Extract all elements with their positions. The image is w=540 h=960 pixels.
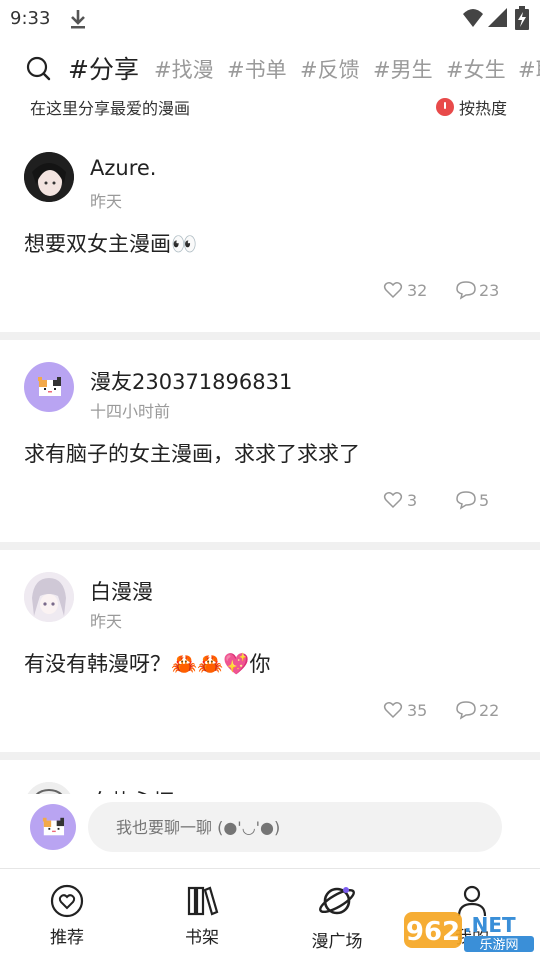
nav-bookshelf[interactable]: 书架 (152, 869, 252, 960)
watermark-brand: 962 (406, 917, 460, 947)
heart-icon (383, 282, 403, 299)
signal-icon (488, 8, 507, 27)
topic-tab[interactable]: #男生 (373, 54, 433, 84)
avatar[interactable] (24, 572, 74, 622)
comment-icon (456, 491, 476, 510)
watermark-sub: 乐游网 (479, 938, 518, 953)
post-card[interactable]: 漫友230371896831 十四小时前 求有脑子的女主漫画，求求了求求了 3 … (0, 340, 540, 542)
search-icon[interactable] (26, 56, 52, 82)
watermark-net: .NET (464, 913, 516, 937)
like-count: 32 (407, 281, 428, 300)
divider (0, 542, 540, 550)
post-card[interactable]: 白漫漫 昨天 有没有韩漫呀？🦀🦀💖你 35 22 (0, 550, 540, 752)
wifi-icon (463, 9, 483, 27)
like-count: 35 (407, 701, 428, 720)
bookshelf-icon (187, 886, 219, 916)
cat-avatar-icon (42, 817, 65, 836)
planet-icon (319, 887, 355, 915)
like-count: 3 (407, 491, 418, 510)
avatar[interactable] (24, 782, 74, 794)
post-card[interactable]: 白热永恒 (0, 760, 540, 794)
sort-icon[interactable] (436, 98, 454, 116)
nav-manga-square[interactable]: 漫广场 (287, 869, 387, 960)
nav-label-active: 漫广场 (311, 932, 363, 952)
download-icon (71, 10, 85, 29)
topic-description: 在这里分享最爱的漫画 (30, 99, 191, 118)
comment-icon (456, 281, 476, 300)
watermark-logo: 962 .NET 乐游网 (404, 912, 534, 953)
divider (0, 752, 540, 760)
nav-label: 推荐 (50, 928, 84, 948)
post-content[interactable]: 求有脑子的女主漫画，求求了求求了 (24, 438, 360, 468)
post-content[interactable]: 有没有韩漫呀？🦀🦀💖你 (24, 648, 270, 678)
comment-input[interactable] (88, 802, 502, 852)
comment-count: 5 (479, 491, 490, 510)
battery-charging-icon (515, 6, 529, 30)
topic-bar: #分享 #找漫 #书单 #反馈 #男生 #女生 #耶 (0, 48, 540, 90)
post-time: 昨天 (90, 612, 123, 631)
avatar-image-icon (24, 152, 74, 202)
heart-icon (383, 492, 403, 509)
topic-tab[interactable]: #书单 (227, 54, 287, 84)
post-author[interactable]: 白热永恒 (90, 786, 174, 794)
status-bar: 9:33 (0, 0, 540, 40)
post-author[interactable]: 漫友230371896831 (90, 366, 292, 396)
comment-icon (456, 701, 476, 720)
post-feed: Azure. 昨天 想要双女主漫画👀 32 23 漫友230371896831 … (0, 130, 540, 794)
nav-label: 书架 (185, 928, 219, 948)
avatar[interactable] (24, 152, 74, 202)
status-time: 9:33 (10, 8, 51, 29)
topic-header: 在这里分享最爱的漫画 按热度 (0, 92, 540, 122)
heart-circle-icon (50, 884, 84, 918)
comment-bar (0, 794, 540, 864)
post-author[interactable]: Azure. (90, 156, 156, 180)
post-time: 十四小时前 (90, 402, 171, 421)
heart-icon (383, 702, 403, 719)
anime-avatar-icon (24, 572, 74, 622)
avatar[interactable] (24, 362, 74, 412)
post-card[interactable]: Azure. 昨天 想要双女主漫画👀 32 23 (0, 130, 540, 332)
comment-count: 22 (479, 701, 500, 720)
sort-toggle[interactable]: 按热度 (459, 95, 507, 119)
cat-avatar-icon (38, 377, 61, 396)
sketch-avatar-icon (27, 782, 71, 794)
topic-tab[interactable]: #找漫 (154, 54, 214, 84)
post-author[interactable]: 白漫漫 (90, 576, 153, 606)
topic-tab[interactable]: #耶 (518, 54, 540, 84)
divider (0, 332, 540, 340)
topic-tab-active[interactable]: #分享 (68, 50, 139, 86)
my-avatar[interactable] (30, 804, 76, 850)
comment-count: 23 (479, 281, 500, 300)
nav-recommend[interactable]: 推荐 (17, 869, 117, 960)
post-time: 昨天 (90, 192, 123, 211)
topic-tab[interactable]: #反馈 (300, 54, 360, 84)
topic-tab[interactable]: #女生 (446, 54, 506, 84)
post-content[interactable]: 想要双女主漫画👀 (24, 228, 197, 258)
